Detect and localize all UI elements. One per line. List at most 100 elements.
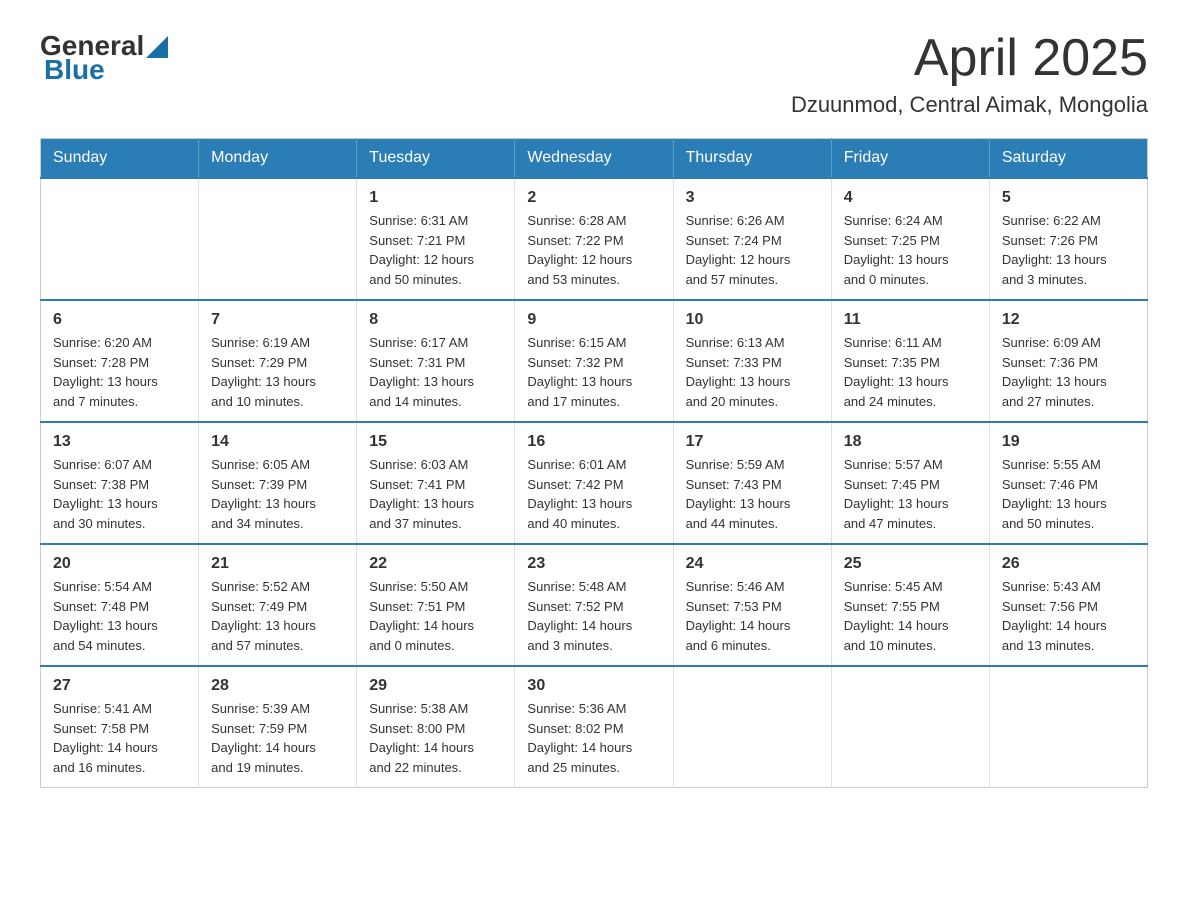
day-info: Sunrise: 5:41 AM Sunset: 7:58 PM Dayligh… (53, 699, 186, 777)
day-info: Sunrise: 6:17 AM Sunset: 7:31 PM Dayligh… (369, 333, 502, 411)
day-info: Sunrise: 5:43 AM Sunset: 7:56 PM Dayligh… (1002, 577, 1135, 655)
week-row-3: 13 Sunrise: 6:07 AM Sunset: 7:38 PM Dayli… (41, 422, 1148, 544)
calendar-cell: 10 Sunrise: 6:13 AM Sunset: 7:33 PM Dayli… (673, 300, 831, 422)
week-row-5: 27 Sunrise: 5:41 AM Sunset: 7:58 PM Dayli… (41, 666, 1148, 788)
day-number: 4 (844, 189, 977, 207)
calendar-cell: 22Sunrise: 5:50 AM Sunset: 7:51 PM Dayli… (357, 544, 515, 666)
day-number: 16 (527, 433, 660, 451)
day-number: 26 (1002, 555, 1135, 573)
day-info: Sunrise: 5:36 AM Sunset: 8:02 PM Dayligh… (527, 699, 660, 777)
calendar-cell: 6 Sunrise: 6:20 AM Sunset: 7:28 PM Daylig… (41, 300, 199, 422)
day-number: 5 (1002, 189, 1135, 207)
calendar-cell (41, 178, 199, 300)
day-info: Sunrise: 5:55 AM Sunset: 7:46 PM Dayligh… (1002, 455, 1135, 533)
day-info: Sunrise: 6:09 AM Sunset: 7:36 PM Dayligh… (1002, 333, 1135, 411)
day-info: Sunrise: 5:54 AM Sunset: 7:48 PM Dayligh… (53, 577, 186, 655)
calendar-cell: 25 Sunrise: 5:45 AM Sunset: 7:55 PM Dayli… (831, 544, 989, 666)
day-info: Sunrise: 6:28 AM Sunset: 7:22 PM Dayligh… (527, 211, 660, 289)
day-number: 13 (53, 433, 186, 451)
calendar-table: SundayMondayTuesdayWednesdayThursdayFrid… (40, 138, 1148, 788)
day-info: Sunrise: 6:15 AM Sunset: 7:32 PM Dayligh… (527, 333, 660, 411)
day-number: 12 (1002, 311, 1135, 329)
day-info: Sunrise: 5:59 AM Sunset: 7:43 PM Dayligh… (686, 455, 819, 533)
calendar-cell (199, 178, 357, 300)
day-info: Sunrise: 6:20 AM Sunset: 7:28 PM Dayligh… (53, 333, 186, 411)
day-number: 17 (686, 433, 819, 451)
day-info: Sunrise: 6:22 AM Sunset: 7:26 PM Dayligh… (1002, 211, 1135, 289)
calendar-cell: 20 Sunrise: 5:54 AM Sunset: 7:48 PM Dayli… (41, 544, 199, 666)
header-monday: Monday (199, 139, 357, 179)
calendar-cell: 28 Sunrise: 5:39 AM Sunset: 7:59 PM Dayli… (199, 666, 357, 788)
calendar-cell: 12 Sunrise: 6:09 AM Sunset: 7:36 PM Dayli… (989, 300, 1147, 422)
day-number: 25 (844, 555, 977, 573)
day-info: Sunrise: 5:48 AM Sunset: 7:52 PM Dayligh… (527, 577, 660, 655)
day-number: 7 (211, 311, 344, 329)
day-info: Sunrise: 5:57 AM Sunset: 7:45 PM Dayligh… (844, 455, 977, 533)
day-info: Sunrise: 5:39 AM Sunset: 7:59 PM Dayligh… (211, 699, 344, 777)
calendar-cell (989, 666, 1147, 788)
day-number: 29 (369, 677, 502, 695)
day-number: 8 (369, 311, 502, 329)
logo: General Blue (40, 30, 168, 86)
day-info: Sunrise: 6:05 AM Sunset: 7:39 PM Dayligh… (211, 455, 344, 533)
calendar-cell: 2 Sunrise: 6:28 AM Sunset: 7:22 PM Daylig… (515, 178, 673, 300)
day-number: 22 (369, 555, 502, 573)
header-tuesday: Tuesday (357, 139, 515, 179)
calendar-cell: 8 Sunrise: 6:17 AM Sunset: 7:31 PM Daylig… (357, 300, 515, 422)
days-of-week-row: SundayMondayTuesdayWednesdayThursdayFrid… (41, 139, 1148, 179)
day-number: 20 (53, 555, 186, 573)
calendar-cell: 23 Sunrise: 5:48 AM Sunset: 7:52 PM Dayli… (515, 544, 673, 666)
calendar-cell: 4Sunrise: 6:24 AM Sunset: 7:25 PM Daylig… (831, 178, 989, 300)
day-info: Sunrise: 6:11 AM Sunset: 7:35 PM Dayligh… (844, 333, 977, 411)
location-title: Dzuunmod, Central Aimak, Mongolia (791, 92, 1148, 118)
week-row-4: 20 Sunrise: 5:54 AM Sunset: 7:48 PM Dayli… (41, 544, 1148, 666)
day-info: Sunrise: 6:19 AM Sunset: 7:29 PM Dayligh… (211, 333, 344, 411)
calendar-cell: 27 Sunrise: 5:41 AM Sunset: 7:58 PM Dayli… (41, 666, 199, 788)
title-section: April 2025 Dzuunmod, Central Aimak, Mong… (791, 30, 1148, 118)
day-number: 15 (369, 433, 502, 451)
header-wednesday: Wednesday (515, 139, 673, 179)
day-number: 23 (527, 555, 660, 573)
day-number: 19 (1002, 433, 1135, 451)
header-thursday: Thursday (673, 139, 831, 179)
page-header: General Blue April 2025 Dzuunmod, Centra… (40, 30, 1148, 118)
day-number: 3 (686, 189, 819, 207)
header-friday: Friday (831, 139, 989, 179)
day-info: Sunrise: 6:31 AM Sunset: 7:21 PM Dayligh… (369, 211, 502, 289)
day-info: Sunrise: 6:07 AM Sunset: 7:38 PM Dayligh… (53, 455, 186, 533)
day-number: 28 (211, 677, 344, 695)
day-number: 10 (686, 311, 819, 329)
day-number: 18 (844, 433, 977, 451)
day-number: 1 (369, 189, 502, 207)
calendar-cell: 30Sunrise: 5:36 AM Sunset: 8:02 PM Dayli… (515, 666, 673, 788)
calendar-cell: 7 Sunrise: 6:19 AM Sunset: 7:29 PM Daylig… (199, 300, 357, 422)
day-number: 14 (211, 433, 344, 451)
week-row-1: 1 Sunrise: 6:31 AM Sunset: 7:21 PM Daylig… (41, 178, 1148, 300)
calendar-cell (673, 666, 831, 788)
day-number: 27 (53, 677, 186, 695)
calendar-cell: 16Sunrise: 6:01 AM Sunset: 7:42 PM Dayli… (515, 422, 673, 544)
calendar-cell: 29 Sunrise: 5:38 AM Sunset: 8:00 PM Dayli… (357, 666, 515, 788)
calendar-cell: 3 Sunrise: 6:26 AM Sunset: 7:24 PM Daylig… (673, 178, 831, 300)
day-info: Sunrise: 5:38 AM Sunset: 8:00 PM Dayligh… (369, 699, 502, 777)
day-info: Sunrise: 6:13 AM Sunset: 7:33 PM Dayligh… (686, 333, 819, 411)
day-info: Sunrise: 5:45 AM Sunset: 7:55 PM Dayligh… (844, 577, 977, 655)
day-info: Sunrise: 5:46 AM Sunset: 7:53 PM Dayligh… (686, 577, 819, 655)
day-info: Sunrise: 5:52 AM Sunset: 7:49 PM Dayligh… (211, 577, 344, 655)
calendar-cell: 1 Sunrise: 6:31 AM Sunset: 7:21 PM Daylig… (357, 178, 515, 300)
logo-blue-text: Blue (44, 54, 105, 86)
calendar-cell: 24Sunrise: 5:46 AM Sunset: 7:53 PM Dayli… (673, 544, 831, 666)
calendar-cell: 26 Sunrise: 5:43 AM Sunset: 7:56 PM Dayli… (989, 544, 1147, 666)
day-number: 2 (527, 189, 660, 207)
month-title: April 2025 (791, 30, 1148, 87)
day-number: 6 (53, 311, 186, 329)
calendar-header: SundayMondayTuesdayWednesdayThursdayFrid… (41, 139, 1148, 179)
day-number: 9 (527, 311, 660, 329)
calendar-cell (831, 666, 989, 788)
header-sunday: Sunday (41, 139, 199, 179)
calendar-body: 1 Sunrise: 6:31 AM Sunset: 7:21 PM Daylig… (41, 178, 1148, 788)
week-row-2: 6 Sunrise: 6:20 AM Sunset: 7:28 PM Daylig… (41, 300, 1148, 422)
calendar-cell: 9 Sunrise: 6:15 AM Sunset: 7:32 PM Daylig… (515, 300, 673, 422)
calendar-cell: 14 Sunrise: 6:05 AM Sunset: 7:39 PM Dayli… (199, 422, 357, 544)
day-info: Sunrise: 6:26 AM Sunset: 7:24 PM Dayligh… (686, 211, 819, 289)
